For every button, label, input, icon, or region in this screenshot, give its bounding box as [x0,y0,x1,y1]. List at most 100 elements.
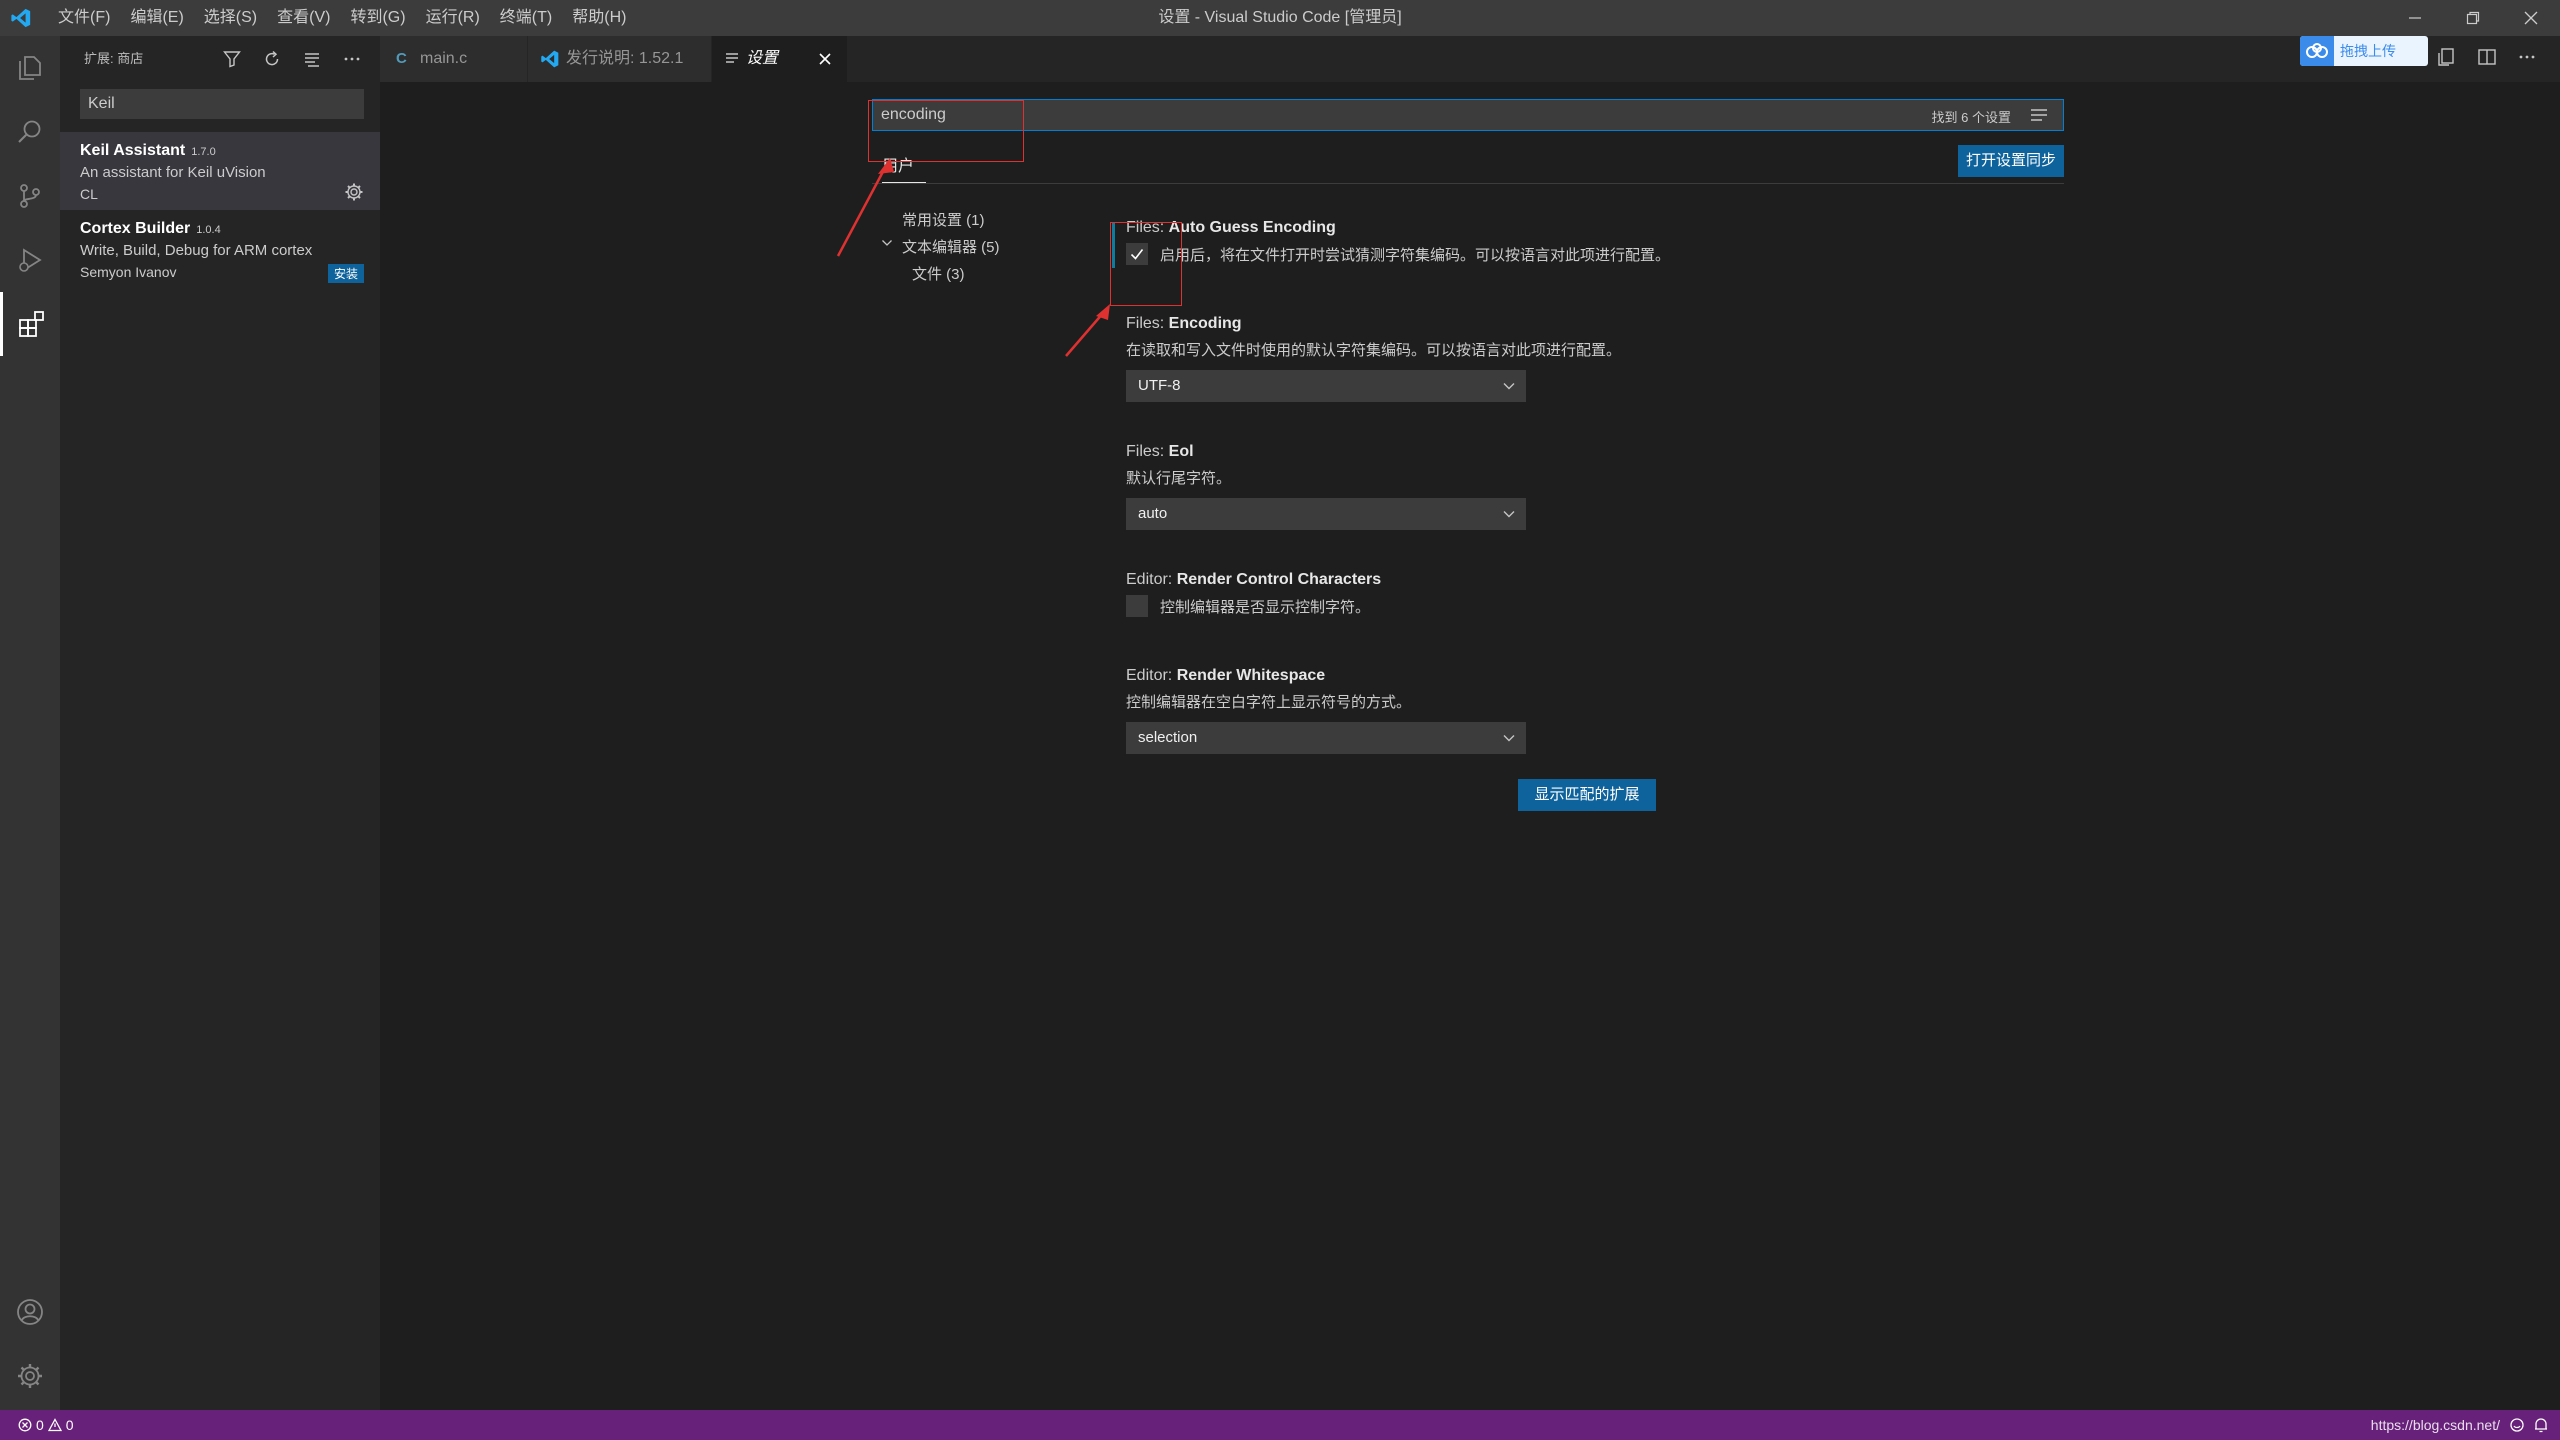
open-settings-json-button[interactable] [2434,44,2460,70]
editor-more-actions-button[interactable] [2514,44,2540,70]
setting-title: Files: Eol [1126,443,1526,461]
render-whitespace-select[interactable]: selection [1126,722,1526,754]
menu-run[interactable]: 运行(R) [416,0,490,36]
toc-files[interactable]: 文件 (3) [912,263,965,284]
extension-item[interactable]: Keil Assistant 1.7.0 An assistant for Kei… [60,132,380,210]
render-control-characters-checkbox[interactable] [1126,595,1148,617]
open-file-icon [2438,48,2454,66]
menu-selection[interactable]: 选择(S) [194,0,267,36]
close-window-button[interactable] [2502,0,2560,36]
setting-name: Render Control Characters [1176,571,1382,588]
settings-search-input[interactable]: encoding 找到 6 个设置 [872,99,2064,131]
run-debug-button[interactable] [0,228,60,292]
explorer-button[interactable] [0,36,60,100]
setting-category: Editor: [1126,667,1177,684]
clear-button[interactable] [300,47,324,71]
setting-files-auto-guess-encoding: Files: Auto Guess Encoding 启用后，将在文件打开时尝试… [1126,219,1670,265]
tab-settings[interactable]: 设置 [712,36,848,82]
status-right-icons [2508,1416,2550,1434]
search-button[interactable] [0,100,60,164]
c-file-icon: C [396,50,407,67]
setting-title: Files: Encoding [1126,315,1621,333]
clear-all-icon [305,53,319,67]
sidebar-title: 扩展: 商店 [84,51,144,66]
search-icon [18,120,41,143]
setting-name: Render Whitespace [1176,667,1326,684]
setting-title: Editor: Render Whitespace [1126,667,1526,685]
tab-label: 发行说明: 1.52.1 [566,50,684,67]
extension-title: Cortex Builder 1.0.4 [80,220,221,238]
run-debug-icon [19,248,42,272]
minimize-icon [2409,17,2421,19]
setting-name: Auto Guess Encoding [1168,219,1336,236]
cloud-icon [2300,36,2334,66]
turn-on-settings-sync-button[interactable]: 打开设置同步 [1958,145,2064,177]
manage-button[interactable] [0,1344,60,1408]
accounts-button[interactable] [0,1280,60,1344]
menu-terminal[interactable]: 终端(T) [490,0,562,36]
extension-name: Cortex Builder [80,220,191,237]
menu-file[interactable]: 文件(F) [48,0,120,36]
files-icon [19,56,41,80]
setting-editor-render-control-characters: Editor: Render Control Characters 控制编辑器是… [1126,571,1381,617]
annotation-box-search [868,100,1024,162]
eol-select[interactable]: auto [1126,498,1526,530]
setting-description: 在读取和写入文件时使用的默认字符集编码。可以按语言对此项进行配置。 [1126,342,1622,359]
extension-title: Keil Assistant 1.7.0 [80,142,216,160]
extension-search-input[interactable]: Keil [80,89,364,119]
filter-button[interactable] [220,47,244,71]
activity-bar [0,36,60,1410]
scope-divider [872,183,2064,184]
menu-go[interactable]: 转到(G) [340,0,415,36]
settings-icon [726,53,738,63]
checkbox-row: 启用后，将在文件打开时尝试猜测字符集编码。可以按语言对此项进行配置。 [1126,243,1670,265]
encoding-select[interactable]: UTF-8 [1126,370,1526,402]
editor-tab-bar: C main.c 发行说明: 1.52.1 设置 [380,36,2560,82]
extensions-icon [18,311,44,337]
extension-publisher: Semyon Ivanov [80,264,177,280]
more-actions-button[interactable] [340,47,364,71]
chevron-down-icon [1503,511,1515,518]
extension-publisher: CL [80,186,98,202]
baidu-upload-button[interactable]: 拖拽上传 [2300,36,2428,66]
menu-help[interactable]: 帮助(H) [562,0,636,36]
minimize-button[interactable] [2386,0,2444,36]
chevron-down-icon[interactable] [881,237,893,249]
checkbox-label: 控制编辑器是否显示控制字符。 [1160,598,1371,616]
show-matching-extensions-button[interactable]: 显示匹配的扩展 [1518,779,1656,811]
refresh-button[interactable] [260,47,284,71]
gear-icon [18,1364,42,1388]
split-editor-button[interactable] [2474,44,2500,70]
extension-version: 1.0.4 [196,224,221,236]
toc-text-editor[interactable]: 文本编辑器 (5) [902,236,1000,257]
extensions-button[interactable] [0,292,60,356]
clear-filter-icon[interactable] [2029,105,2049,125]
menu-view[interactable]: 查看(V) [267,0,340,36]
annotation-box-checkbox [1110,222,1182,306]
chevron-down-icon [1503,735,1515,742]
sidebar-header: 扩展: 商店 [60,36,380,82]
extension-version: 1.7.0 [191,146,216,158]
problems-indicator[interactable]: 0 0 [18,1410,74,1440]
menu-edit[interactable]: 编辑(E) [120,0,193,36]
filter-icon [223,51,241,68]
tab-release-notes[interactable]: 发行说明: 1.52.1 [528,36,712,82]
install-button[interactable]: 安装 [327,264,364,283]
tab-main-c[interactable]: C main.c [380,36,528,82]
status-bar: 0 0 https://blog.csdn.net/ [0,1410,2560,1440]
feedback-icon[interactable] [2508,1416,2526,1434]
annotation-arrowhead [1096,304,1110,320]
notifications-bell-icon[interactable] [2532,1416,2550,1434]
extension-item[interactable]: Cortex Builder 1.0.4 Write, Build, Debug … [60,210,380,288]
tab-label: 设置 [746,50,779,67]
close-tab-icon[interactable] [815,49,835,69]
vscode-logo-icon [11,8,31,28]
baidu-upload-label: 拖拽上传 [2340,43,2396,59]
restore-button[interactable] [2444,0,2502,36]
manage-extension-gear-icon[interactable] [344,182,364,202]
source-control-button[interactable] [0,164,60,228]
select-value: selection [1138,729,1198,746]
account-icon [17,1299,43,1325]
restore-icon [2466,11,2480,25]
toc-commonly-used[interactable]: 常用设置 (1) [902,209,985,230]
